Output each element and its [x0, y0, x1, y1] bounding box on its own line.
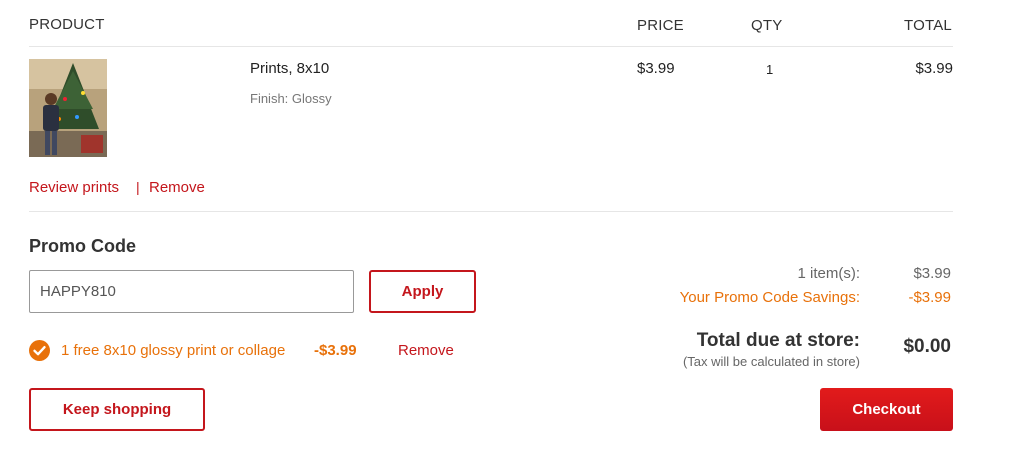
summary-items-label: 1 item(s): [797, 265, 860, 282]
product-finish: Finish: Glossy [250, 91, 332, 106]
product-price: $3.99 [637, 60, 675, 77]
header-total: TOTAL [904, 17, 952, 34]
product-photo-image [29, 59, 107, 157]
summary-savings-label: Your Promo Code Savings: [679, 289, 860, 306]
item-divider [29, 211, 953, 212]
product-name: Prints, 8x10 [250, 60, 330, 77]
keep-shopping-button[interactable]: Keep shopping [29, 388, 205, 431]
summary-items-value: $3.99 [913, 265, 951, 282]
header-price: PRICE [637, 17, 684, 34]
link-separator: | [136, 179, 140, 195]
promo-code-input[interactable] [29, 270, 354, 313]
product-qty: 1 [766, 62, 774, 77]
tax-note: (Tax will be calculated in store) [682, 354, 860, 369]
check-circle-icon [29, 340, 50, 361]
total-due-label: Total due at store: [696, 330, 860, 351]
review-prints-link[interactable]: Review prints [29, 179, 119, 196]
apply-promo-button[interactable]: Apply [369, 270, 476, 313]
header-qty: QTY [751, 17, 783, 34]
product-thumbnail[interactable] [29, 59, 107, 157]
remove-item-link[interactable]: Remove [149, 179, 205, 196]
header-product: PRODUCT [29, 16, 105, 33]
promo-heading: Promo Code [29, 236, 137, 256]
applied-promo-amount: -$3.99 [314, 342, 357, 359]
applied-promo-text: 1 free 8x10 glossy print or collage [61, 342, 286, 359]
remove-promo-link[interactable]: Remove [398, 342, 454, 359]
header-divider [29, 46, 953, 47]
total-due-value: $0.00 [903, 336, 951, 357]
product-total: $3.99 [915, 60, 953, 77]
summary-savings-value: -$3.99 [908, 289, 951, 306]
checkout-button[interactable]: Checkout [820, 388, 953, 431]
